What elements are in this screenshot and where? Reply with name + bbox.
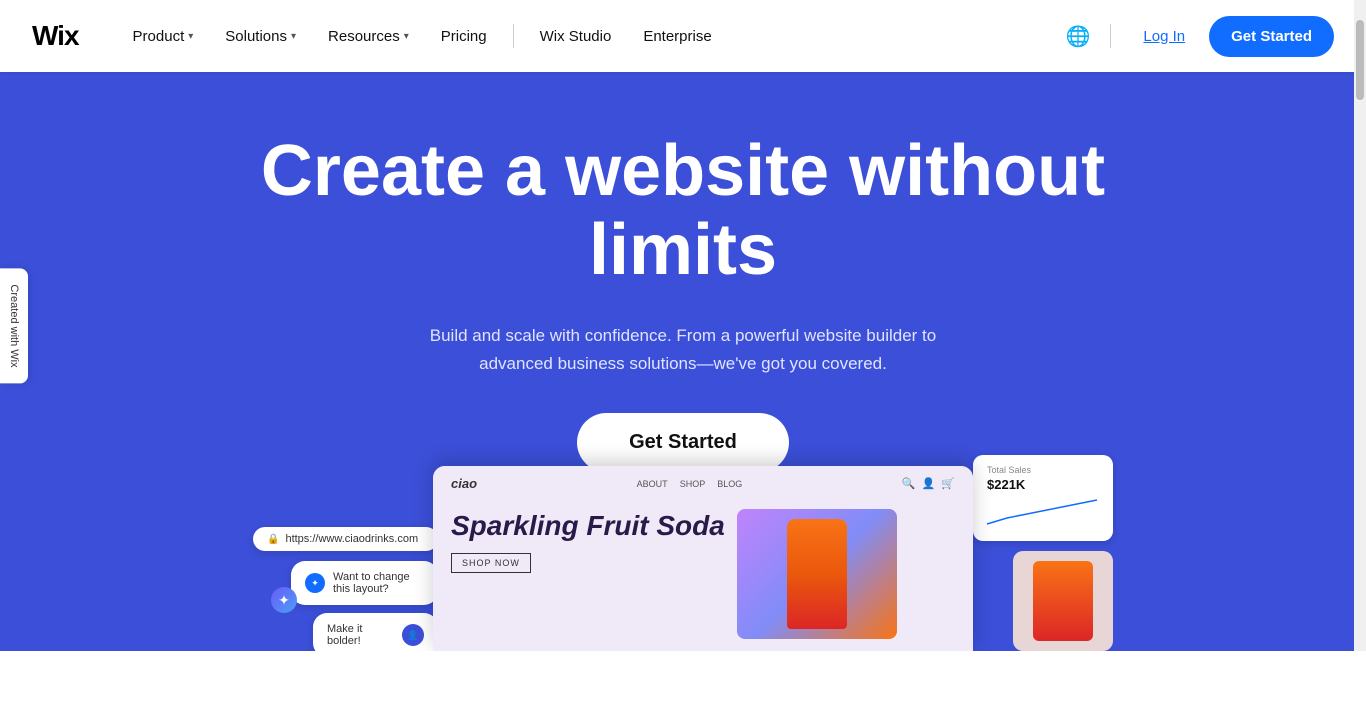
url-text: https://www.ciaodrinks.com xyxy=(285,533,418,545)
preview-left-card: 🔒 https://www.ciaodrinks.com ✦ ✦ Want to… xyxy=(253,527,453,651)
chat-icon: ✦ xyxy=(305,573,325,593)
scrollbar[interactable] xyxy=(1354,0,1366,651)
hero-title: Create a website without limits xyxy=(233,132,1133,290)
stats-chart xyxy=(987,496,1097,526)
ciao-body: Sparkling Fruit Soda SHOP NOW xyxy=(433,501,973,647)
ciao-shop-button[interactable]: SHOP NOW xyxy=(451,553,531,573)
chat-text-1: Want to change this layout? xyxy=(333,571,424,595)
stats-label: Total Sales xyxy=(987,465,1099,475)
nav-item-pricing[interactable]: Pricing xyxy=(427,20,501,53)
nav-item-wix-studio[interactable]: Wix Studio xyxy=(526,20,626,53)
product-image-card xyxy=(1013,551,1113,651)
wix-logo[interactable]: Wix xyxy=(32,20,79,52)
globe-icon[interactable]: 🌐 xyxy=(1066,24,1091,49)
user-icon: 👤 xyxy=(922,477,936,490)
side-badge-text: Created with Wix xyxy=(8,284,20,367)
navbar: Wix Product ▾ Solutions ▾ Resources ▾ Pr… xyxy=(0,0,1366,72)
product-shape xyxy=(1033,561,1093,641)
nav-item-product[interactable]: Product ▾ xyxy=(119,20,208,53)
nav-get-started-button[interactable]: Get Started xyxy=(1209,16,1334,57)
search-icon: 🔍 xyxy=(902,477,916,490)
preview-right-card: Total Sales $221K xyxy=(953,455,1113,651)
hero-section: Create a website without limits Build an… xyxy=(0,72,1366,651)
url-bar: 🔒 https://www.ciaodrinks.com xyxy=(253,527,438,551)
user-avatar: 👤 xyxy=(402,624,424,646)
stats-value: $221K xyxy=(987,477,1099,492)
ciao-product-title: Sparkling Fruit Soda xyxy=(451,509,725,543)
nav-actions: 🌐 Log In Get Started xyxy=(1066,16,1334,57)
nav-item-enterprise[interactable]: Enterprise xyxy=(629,20,725,53)
chat-text-2: Make it bolder! xyxy=(327,623,394,647)
scrollbar-thumb[interactable] xyxy=(1356,20,1364,100)
ciao-navbar: ciao ABOUT SHOP BLOG 🔍 👤 🛒 xyxy=(433,466,973,501)
chevron-down-icon: ▾ xyxy=(404,31,409,42)
stats-card: Total Sales $221K xyxy=(973,455,1113,541)
login-link[interactable]: Log In xyxy=(1131,20,1197,53)
chat-bubble-1: ✦ Want to change this layout? xyxy=(291,561,438,605)
bottle-shape xyxy=(787,519,847,629)
ai-star-icon: ✦ xyxy=(271,587,297,613)
ciao-nav-links: ABOUT SHOP BLOG xyxy=(637,479,743,489)
lock-icon: 🔒 xyxy=(267,534,279,545)
hero-previews: 🔒 https://www.ciaodrinks.com ✦ ✦ Want to… xyxy=(0,455,1366,651)
chevron-down-icon: ▾ xyxy=(188,31,193,42)
ciao-nav-icons: 🔍 👤 🛒 xyxy=(902,477,955,490)
nav-item-resources[interactable]: Resources ▾ xyxy=(314,20,423,53)
nav-item-solutions[interactable]: Solutions ▾ xyxy=(211,20,310,53)
ciao-product-image xyxy=(737,509,897,639)
chevron-down-icon: ▾ xyxy=(291,31,296,42)
nav-divider xyxy=(513,24,514,48)
nav-links: Product ▾ Solutions ▾ Resources ▾ Pricin… xyxy=(119,20,1066,53)
nav-divider-2 xyxy=(1110,24,1111,48)
chat-bubble-2: Make it bolder! 👤 xyxy=(313,613,438,651)
created-with-wix-badge: Created with Wix xyxy=(0,268,28,383)
hero-subtitle: Build and scale with confidence. From a … xyxy=(418,322,948,376)
cart-icon: 🛒 xyxy=(941,477,955,490)
ciao-logo: ciao xyxy=(451,476,477,491)
preview-center-card: ciao ABOUT SHOP BLOG 🔍 👤 🛒 Sparkling Fru… xyxy=(433,466,973,651)
ciao-product-text: Sparkling Fruit Soda SHOP NOW xyxy=(451,509,725,639)
